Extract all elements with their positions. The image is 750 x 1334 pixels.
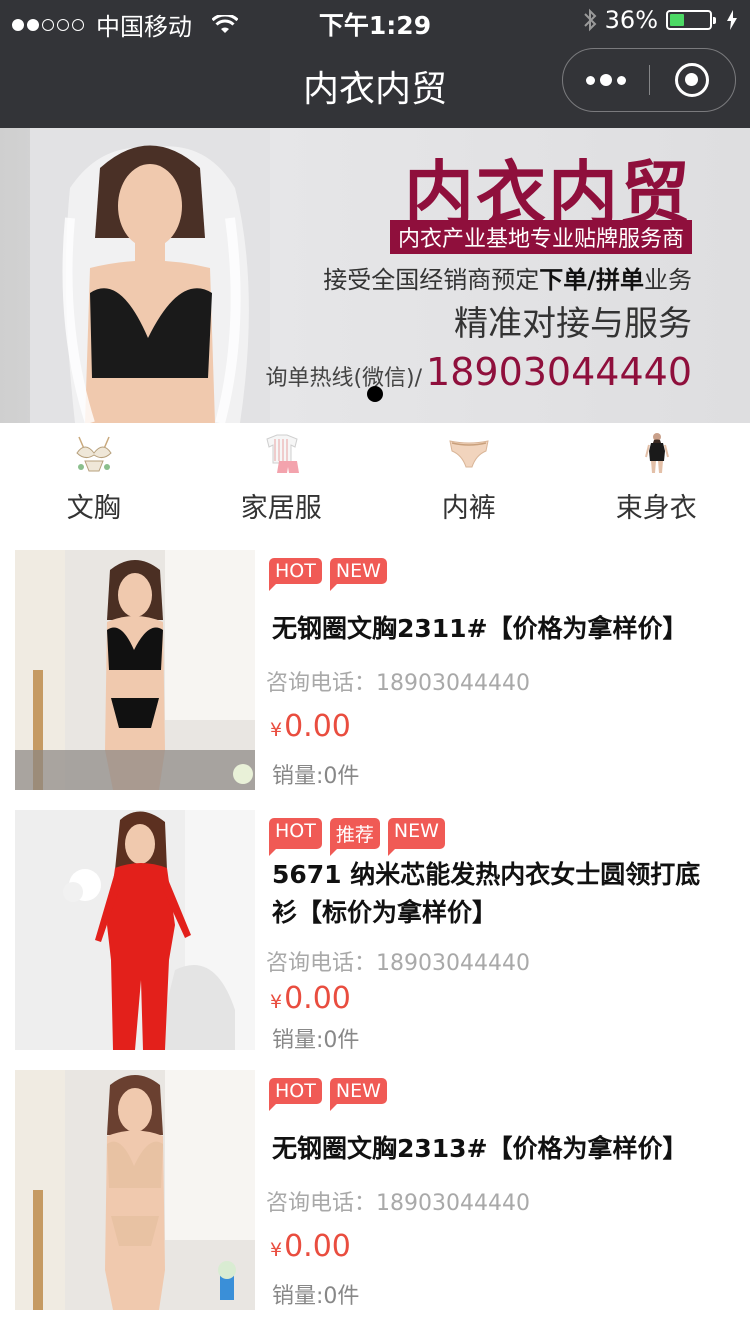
panties-icon <box>449 440 489 468</box>
category-label: 束身衣 <box>615 493 697 524</box>
tag-new: NEW <box>329 1078 387 1111</box>
product-image[interactable] <box>15 550 255 790</box>
category-panties[interactable]: 内裤 <box>375 423 563 538</box>
category-label: 文胸 <box>66 493 121 524</box>
mini-program-capsule <box>562 48 736 112</box>
tag-new: NEW <box>329 558 387 591</box>
product-phone: 咨询电话：18903044440 <box>266 1191 530 1216</box>
currency-symbol: ¥ <box>270 1239 283 1261</box>
tag-hot: HOT <box>269 818 322 856</box>
price-value: 0.00 <box>284 709 351 744</box>
charging-icon <box>727 10 737 30</box>
capsule-divider <box>649 65 650 95</box>
product-sales: 销量:0件 <box>272 1028 360 1053</box>
product-title[interactable]: 无钢圈文胸2311#【价格为拿样价】 <box>272 610 722 648</box>
category-label: 家居服 <box>240 493 322 524</box>
tag-hot: HOT <box>269 1078 322 1111</box>
product-card[interactable]: HOT NEW 无钢圈文胸2311#【价格为拿样价】 咨询电话：18903044… <box>0 538 750 798</box>
shapewear-icon <box>644 433 669 473</box>
category-bra[interactable]: 文胸 <box>0 423 188 538</box>
product-price: ¥0.00 <box>270 981 351 1016</box>
tag-recommended: 推荐 <box>329 818 380 856</box>
product-title[interactable]: 无钢圈文胸2313#【价格为拿样价】 <box>272 1130 722 1168</box>
category-label: 内裤 <box>441 493 496 524</box>
close-circle-icon[interactable] <box>675 63 709 97</box>
battery-icon <box>666 10 716 30</box>
hotline-label: 询单热线(微信)/ <box>265 366 423 391</box>
tag-hot: HOT <box>269 558 322 591</box>
tag-new: NEW <box>387 818 445 856</box>
carousel-indicator-dot[interactable] <box>367 386 383 402</box>
bluetooth-icon <box>583 8 597 32</box>
product-image[interactable] <box>15 810 255 1050</box>
price-value: 0.00 <box>284 981 351 1016</box>
product-phone: 咨询电话：18903044440 <box>266 671 530 696</box>
product-card[interactable]: HOT NEW 无钢圈文胸2313#【价格为拿样价】 咨询电话：18903044… <box>0 1058 750 1318</box>
category-shapewear[interactable]: 束身衣 <box>563 423 750 538</box>
banner-line-1-prefix: 接受全国经销商预定 <box>323 266 540 294</box>
product-tags: HOT NEW <box>269 558 387 591</box>
battery-percent: 36% <box>604 6 658 34</box>
product-tags: HOT 推荐 NEW <box>269 818 445 856</box>
banner-line-1-bold: 下单/拼单 <box>539 266 644 294</box>
price-value: 0.00 <box>284 1229 351 1264</box>
banner-subtitle: 内衣产业基地专业贴牌服务商 <box>389 220 692 254</box>
product-sales: 销量:0件 <box>272 1284 360 1309</box>
product-card[interactable]: HOT 推荐 NEW 5671 纳米芯能发热内衣女士圆领打底衫【标价为拿样价】 … <box>0 798 750 1058</box>
banner-carousel[interactable]: 内衣内贸 内衣产业基地专业贴牌服务商 接受全国经销商预定下单/拼单业务 精准对接… <box>0 128 750 423</box>
product-sales: 销量:0件 <box>272 764 360 789</box>
product-phone: 咨询电话：18903044440 <box>266 951 530 976</box>
currency-symbol: ¥ <box>270 719 283 741</box>
product-price: ¥0.00 <box>270 709 351 744</box>
banner-line-1-suffix: 业务 <box>644 266 692 294</box>
currency-symbol: ¥ <box>270 991 283 1013</box>
top-bar: 中国移动 下午1:29 36% 内衣内贸 <box>0 0 750 128</box>
banner-line-2: 精准对接与服务 <box>454 304 692 344</box>
product-price: ¥0.00 <box>270 1229 351 1264</box>
product-title[interactable]: 5671 纳米芯能发热内衣女士圆领打底衫【标价为拿样价】 <box>272 856 722 932</box>
banner-model-image <box>30 128 270 423</box>
status-right: 36% <box>583 6 738 34</box>
product-tags: HOT NEW <box>269 1078 387 1111</box>
loungewear-icon <box>265 434 299 473</box>
banner-line-1: 接受全国经销商预定下单/拼单业务 <box>323 260 692 295</box>
bra-icon <box>76 436 112 472</box>
more-dots-icon[interactable] <box>563 49 649 111</box>
banner-hotline: 询单热线(微信)/ 18903044440 <box>265 350 692 394</box>
product-image[interactable] <box>15 1070 255 1310</box>
hotline-number: 18903044440 <box>426 350 692 394</box>
category-nav: 文胸 家居服 内裤 束身衣 <box>0 423 750 538</box>
category-loungewear[interactable]: 家居服 <box>188 423 376 538</box>
status-bar: 中国移动 下午1:29 36% <box>0 0 750 41</box>
